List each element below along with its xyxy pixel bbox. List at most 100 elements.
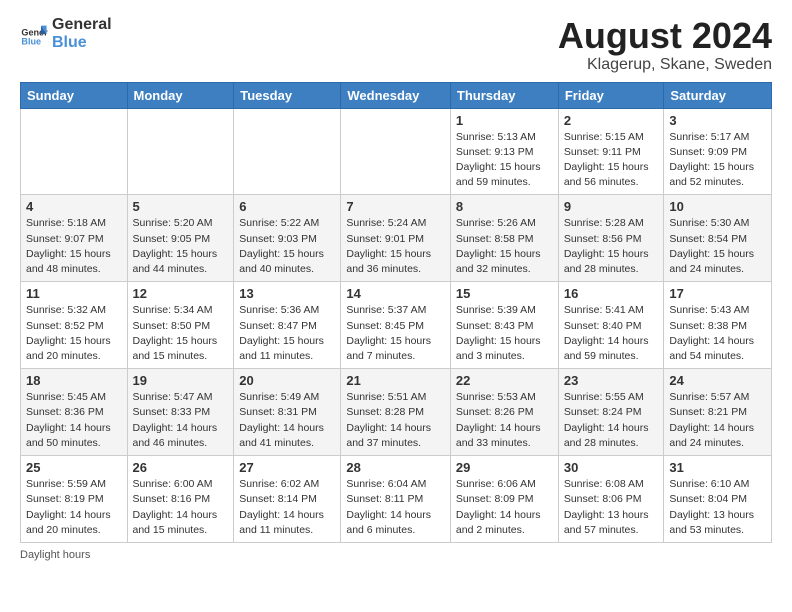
- calendar-cell: [21, 108, 128, 195]
- day-number: 25: [26, 460, 122, 475]
- calendar-cell: 15Sunrise: 5:39 AM Sunset: 8:43 PM Dayli…: [450, 282, 558, 369]
- day-info: Sunrise: 5:49 AM Sunset: 8:31 PM Dayligh…: [239, 390, 335, 451]
- day-info: Sunrise: 6:04 AM Sunset: 8:11 PM Dayligh…: [346, 477, 445, 538]
- footer-note: Daylight hours: [20, 549, 772, 561]
- day-info: Sunrise: 6:06 AM Sunset: 8:09 PM Dayligh…: [456, 477, 553, 538]
- calendar-cell: 11 Sunrise: 5:32 AM Sunset: 8:52 PM Dayli…: [21, 282, 128, 369]
- calendar-week-row: 25 Sunrise: 5:59 AM Sunset: 8:19 PM Dayli…: [21, 456, 772, 543]
- day-number: 27: [239, 460, 335, 475]
- day-number: 6: [239, 199, 335, 214]
- day-info: Sunrise: 5:41 AM Sunset: 8:40 PM Dayligh…: [564, 303, 659, 364]
- day-info: Sunrise: 5:28 AM Sunset: 8:56 PM Dayligh…: [564, 216, 659, 277]
- calendar-cell: 8Sunrise: 5:26 AM Sunset: 8:58 PM Daylig…: [450, 195, 558, 282]
- calendar-cell: 13 Sunrise: 5:36 AM Sunset: 8:47 PM Dayli…: [234, 282, 341, 369]
- calendar-cell: 7 Sunrise: 5:24 AM Sunset: 9:01 PM Daylig…: [341, 195, 451, 282]
- day-info: Sunrise: 6:08 AM Sunset: 8:06 PM Dayligh…: [564, 477, 659, 538]
- day-number: 10: [669, 199, 766, 214]
- day-number: 23: [564, 373, 659, 388]
- day-info: Sunrise: 6:02 AM Sunset: 8:14 PM Dayligh…: [239, 477, 335, 538]
- calendar-cell: 14 Sunrise: 5:37 AM Sunset: 8:45 PM Dayli…: [341, 282, 451, 369]
- calendar-cell: 26Sunrise: 6:00 AM Sunset: 8:16 PM Dayli…: [127, 456, 234, 543]
- calendar-cell: 1 Sunrise: 5:13 AM Sunset: 9:13 PM Daylig…: [450, 108, 558, 195]
- day-info: Sunrise: 5:37 AM Sunset: 8:45 PM Dayligh…: [346, 303, 445, 364]
- calendar-cell: 17Sunrise: 5:43 AM Sunset: 8:38 PM Dayli…: [664, 282, 772, 369]
- day-info: Sunrise: 5:24 AM Sunset: 9:01 PM Dayligh…: [346, 216, 445, 277]
- day-number: 8: [456, 199, 553, 214]
- col-header-monday: Monday: [127, 82, 234, 108]
- calendar-cell: 31 Sunrise: 6:10 AM Sunset: 8:04 PM Dayli…: [664, 456, 772, 543]
- day-number: 9: [564, 199, 659, 214]
- calendar-cell: 21 Sunrise: 5:51 AM Sunset: 8:28 PM Dayli…: [341, 369, 451, 456]
- calendar-cell: 6 Sunrise: 5:22 AM Sunset: 9:03 PM Daylig…: [234, 195, 341, 282]
- calendar-cell: 9 Sunrise: 5:28 AM Sunset: 8:56 PM Daylig…: [558, 195, 664, 282]
- day-number: 31: [669, 460, 766, 475]
- day-number: 16: [564, 286, 659, 301]
- calendar-cell: 4 Sunrise: 5:18 AM Sunset: 9:07 PM Daylig…: [21, 195, 128, 282]
- day-number: 3: [669, 113, 766, 128]
- day-number: 13: [239, 286, 335, 301]
- day-number: 19: [133, 373, 229, 388]
- day-number: 20: [239, 373, 335, 388]
- calendar-cell: 10 Sunrise: 5:30 AM Sunset: 8:54 PM Dayli…: [664, 195, 772, 282]
- day-info: Sunrise: 5:30 AM Sunset: 8:54 PM Dayligh…: [669, 216, 766, 277]
- day-info: Sunrise: 5:51 AM Sunset: 8:28 PM Dayligh…: [346, 390, 445, 451]
- location-subtitle: Klagerup, Skane, Sweden: [558, 56, 772, 74]
- calendar-cell: 22Sunrise: 5:53 AM Sunset: 8:26 PM Dayli…: [450, 369, 558, 456]
- calendar-cell: 30 Sunrise: 6:08 AM Sunset: 8:06 PM Dayli…: [558, 456, 664, 543]
- day-info: Sunrise: 6:10 AM Sunset: 8:04 PM Dayligh…: [669, 477, 766, 538]
- calendar-cell: 29 Sunrise: 6:06 AM Sunset: 8:09 PM Dayli…: [450, 456, 558, 543]
- calendar-cell: 28Sunrise: 6:04 AM Sunset: 8:11 PM Dayli…: [341, 456, 451, 543]
- calendar-cell: 2 Sunrise: 5:15 AM Sunset: 9:11 PM Daylig…: [558, 108, 664, 195]
- day-info: Sunrise: 5:53 AM Sunset: 8:26 PM Dayligh…: [456, 390, 553, 451]
- page-header: General Blue General Blue August 2024 Kl…: [20, 16, 772, 74]
- day-number: 7: [346, 199, 445, 214]
- day-info: Sunrise: 5:36 AM Sunset: 8:47 PM Dayligh…: [239, 303, 335, 364]
- calendar-cell: 25 Sunrise: 5:59 AM Sunset: 8:19 PM Dayli…: [21, 456, 128, 543]
- calendar-cell: 27 Sunrise: 6:02 AM Sunset: 8:14 PM Dayli…: [234, 456, 341, 543]
- day-info: Sunrise: 5:45 AM Sunset: 8:36 PM Dayligh…: [26, 390, 122, 451]
- logo-icon: General Blue: [20, 20, 48, 48]
- day-info: Sunrise: 5:34 AM Sunset: 8:50 PM Dayligh…: [133, 303, 229, 364]
- day-number: 29: [456, 460, 553, 475]
- day-number: 24: [669, 373, 766, 388]
- day-info: Sunrise: 5:18 AM Sunset: 9:07 PM Dayligh…: [26, 216, 122, 277]
- day-info: Sunrise: 5:13 AM Sunset: 9:13 PM Dayligh…: [456, 130, 553, 191]
- day-number: 12: [133, 286, 229, 301]
- calendar-cell: 3Sunrise: 5:17 AM Sunset: 9:09 PM Daylig…: [664, 108, 772, 195]
- col-header-wednesday: Wednesday: [341, 82, 451, 108]
- calendar-cell: 16 Sunrise: 5:41 AM Sunset: 8:40 PM Dayli…: [558, 282, 664, 369]
- day-info: Sunrise: 5:43 AM Sunset: 8:38 PM Dayligh…: [669, 303, 766, 364]
- calendar-week-row: 1 Sunrise: 5:13 AM Sunset: 9:13 PM Daylig…: [21, 108, 772, 195]
- calendar-cell: [127, 108, 234, 195]
- day-number: 18: [26, 373, 122, 388]
- calendar-week-row: 4 Sunrise: 5:18 AM Sunset: 9:07 PM Daylig…: [21, 195, 772, 282]
- svg-text:Blue: Blue: [21, 36, 41, 46]
- calendar-cell: 18 Sunrise: 5:45 AM Sunset: 8:36 PM Dayli…: [21, 369, 128, 456]
- logo-general: General: [52, 16, 112, 34]
- title-block: August 2024 Klagerup, Skane, Sweden: [558, 16, 772, 74]
- col-header-thursday: Thursday: [450, 82, 558, 108]
- day-info: Sunrise: 5:15 AM Sunset: 9:11 PM Dayligh…: [564, 130, 659, 191]
- day-info: Sunrise: 5:32 AM Sunset: 8:52 PM Dayligh…: [26, 303, 122, 364]
- col-header-sunday: Sunday: [21, 82, 128, 108]
- day-info: Sunrise: 5:47 AM Sunset: 8:33 PM Dayligh…: [133, 390, 229, 451]
- day-number: 2: [564, 113, 659, 128]
- calendar-week-row: 11 Sunrise: 5:32 AM Sunset: 8:52 PM Dayli…: [21, 282, 772, 369]
- day-number: 14: [346, 286, 445, 301]
- day-info: Sunrise: 5:22 AM Sunset: 9:03 PM Dayligh…: [239, 216, 335, 277]
- calendar-cell: [341, 108, 451, 195]
- day-number: 21: [346, 373, 445, 388]
- day-info: Sunrise: 5:57 AM Sunset: 8:21 PM Dayligh…: [669, 390, 766, 451]
- col-header-saturday: Saturday: [664, 82, 772, 108]
- day-number: 1: [456, 113, 553, 128]
- day-info: Sunrise: 5:55 AM Sunset: 8:24 PM Dayligh…: [564, 390, 659, 451]
- day-info: Sunrise: 5:59 AM Sunset: 8:19 PM Dayligh…: [26, 477, 122, 538]
- day-number: 30: [564, 460, 659, 475]
- day-number: 11: [26, 286, 122, 301]
- calendar-week-row: 18 Sunrise: 5:45 AM Sunset: 8:36 PM Dayli…: [21, 369, 772, 456]
- calendar-cell: 23 Sunrise: 5:55 AM Sunset: 8:24 PM Dayli…: [558, 369, 664, 456]
- day-info: Sunrise: 5:39 AM Sunset: 8:43 PM Dayligh…: [456, 303, 553, 364]
- calendar-cell: 19 Sunrise: 5:47 AM Sunset: 8:33 PM Dayli…: [127, 369, 234, 456]
- day-info: Sunrise: 5:20 AM Sunset: 9:05 PM Dayligh…: [133, 216, 229, 277]
- day-number: 4: [26, 199, 122, 214]
